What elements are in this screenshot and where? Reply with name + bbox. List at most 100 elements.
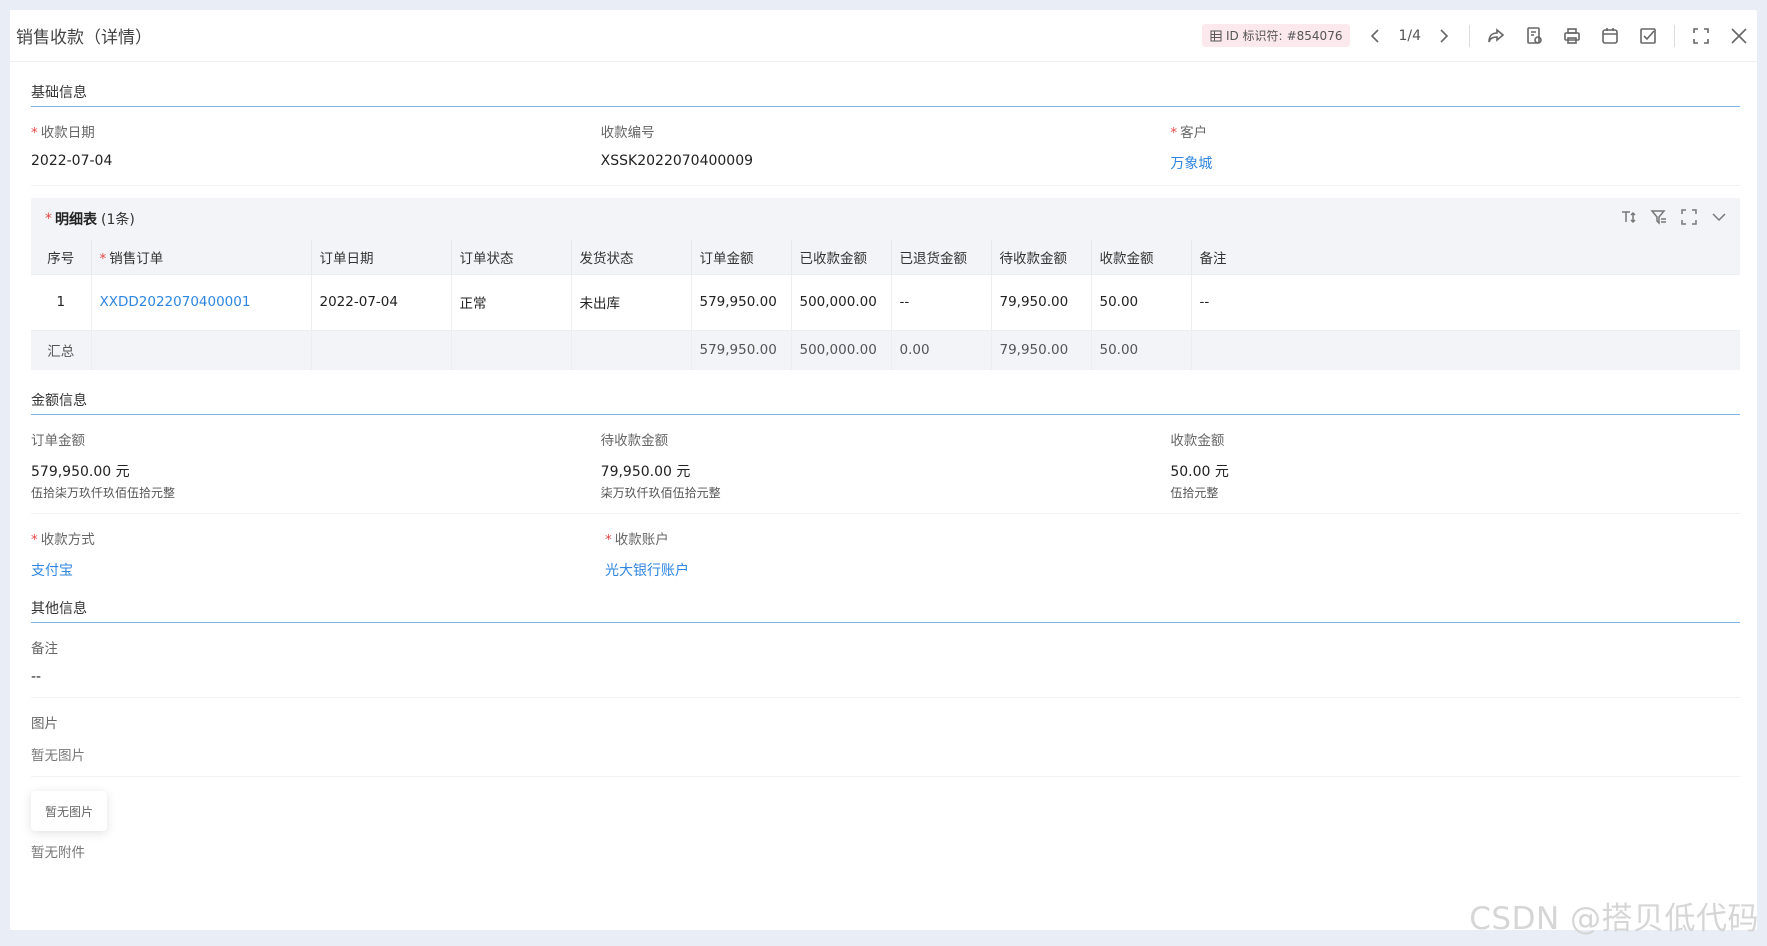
field-label: 收款金额	[1170, 433, 1225, 449]
field-label: 收款账户	[614, 532, 669, 548]
text-size-icon	[1622, 211, 1636, 224]
font-size-button[interactable]	[1620, 208, 1638, 230]
fullscreen-button[interactable]	[1689, 24, 1713, 48]
summary-cell: 50.00	[1091, 329, 1192, 370]
amount-in-words: 柒万玖仟玖佰伍拾元整	[600, 486, 721, 500]
column-header: 订单金额	[691, 240, 792, 274]
field-value: 2022-07-04	[31, 153, 113, 169]
table-cell: 79,950.00	[991, 273, 1092, 330]
amount-fields: 订单金额 579,950.00 元 伍拾柒万玖仟玖佰伍拾元整 待收款金额 79,…	[31, 415, 1740, 514]
table-cell: --	[1191, 273, 1740, 330]
table-cell: 500,000.00	[791, 273, 892, 330]
detail-count: (1条)	[101, 212, 135, 228]
next-record-button[interactable]	[1431, 24, 1455, 48]
required-mark: *	[99, 250, 107, 267]
payment-method-link[interactable]: 支付宝	[31, 560, 605, 580]
share-icon	[1488, 27, 1505, 42]
required-mark: *	[1170, 125, 1178, 141]
table-cell: 50.00	[1091, 273, 1192, 330]
id-badge: ID 标识符: #854076	[1201, 24, 1351, 47]
log-button[interactable]	[1522, 24, 1546, 48]
amount-in-words: 伍拾柒万玖仟玖佰伍拾元整	[31, 486, 176, 500]
field-label: 图片	[31, 716, 58, 732]
pager-text: 1/4	[1398, 27, 1421, 44]
field-receipt-date: * 收款日期 2022-07-04	[31, 121, 601, 173]
page-title: 销售收款（详情）	[16, 28, 152, 48]
column-header: 收款金额	[1091, 240, 1192, 274]
close-button[interactable]	[1727, 24, 1751, 48]
table-header-row: 序号 * 销售订单 订单日期 订单状态 发货状态 订单金额 已收款金额 已退货金额…	[31, 240, 1740, 274]
column-header: 订单日期	[311, 240, 452, 274]
field-label: 待收款金额	[600, 433, 669, 449]
fullscreen-icon	[1681, 209, 1697, 225]
field-value: --	[31, 669, 42, 685]
calendar-button[interactable]	[1598, 24, 1622, 48]
column-header: 发货状态	[571, 240, 692, 274]
summary-cell	[451, 329, 572, 370]
chevron-left-icon	[1371, 28, 1380, 43]
check-square-icon	[1640, 27, 1656, 44]
approve-button[interactable]	[1636, 24, 1660, 48]
summary-cell	[91, 329, 312, 370]
field-payment-method: * 收款方式 支付宝	[31, 528, 605, 580]
prev-record-button[interactable]	[1364, 24, 1388, 48]
column-header: 已退货金额	[891, 240, 992, 274]
watermark: CSDN @搭贝低代码	[1469, 901, 1759, 937]
section-amount-title: 金额信息	[31, 370, 1740, 415]
window-header: 销售收款（详情） ID 标识符: #854076 1/4	[10, 10, 1757, 62]
share-button[interactable]	[1484, 24, 1508, 48]
field-customer: * 客户 万象城	[1170, 121, 1740, 173]
payment-account-link[interactable]: 光大银行账户	[605, 560, 1179, 580]
field-pending-amount: 待收款金额 79,950.00 元 柒万玖仟玖佰伍拾元整	[601, 429, 1171, 501]
filter-button[interactable]	[1650, 208, 1668, 230]
print-icon	[1564, 27, 1580, 44]
image-field: 图片 暂无图片	[31, 698, 1740, 777]
field-value: 79,950.00 元	[600, 464, 691, 480]
pager: 1/4	[1364, 24, 1455, 48]
expand-table-button[interactable]	[1680, 208, 1698, 230]
print-button[interactable]	[1560, 24, 1584, 48]
required-mark: *	[605, 532, 612, 548]
amount-in-words: 伍拾元整	[1170, 486, 1219, 500]
field-label: 客户	[1180, 125, 1208, 141]
grid-icon	[1210, 30, 1222, 41]
table-cell: 579,950.00	[691, 273, 792, 330]
customer-link[interactable]: 万象城	[1170, 153, 1740, 173]
field-label: 收款方式	[40, 532, 95, 548]
summary-cell	[571, 329, 692, 370]
field-value: XSSK2022070400009	[600, 153, 754, 169]
summary-cell: 500,000.00	[791, 329, 892, 370]
summary-cell: 79,950.00	[991, 329, 1092, 370]
field-payment-account: * 收款账户 光大银行账户	[605, 528, 1179, 580]
table-cell: 未出库	[571, 273, 692, 330]
summary-cell: 579,950.00	[691, 329, 792, 370]
required-mark: *	[31, 532, 38, 548]
calendar-icon	[1602, 27, 1618, 44]
sales-order-link[interactable]: XXDD2022070400001	[91, 273, 312, 330]
image-placeholder: 暂无图片	[31, 791, 107, 831]
document-clock-icon	[1527, 26, 1542, 44]
summary-cell	[311, 329, 452, 370]
field-label: 备注	[31, 641, 58, 657]
divider	[1674, 24, 1675, 47]
summary-row: 汇总 579,950.00 500,000.00 0.00 79,950.00 …	[31, 329, 1740, 370]
fullscreen-icon	[1693, 27, 1709, 44]
payment-fields: * 收款方式 支付宝 * 收款账户 光大银行账户	[31, 514, 1740, 592]
remark-field: 备注 --	[31, 623, 1740, 698]
filter-icon	[1650, 210, 1666, 225]
field-order-amount: 订单金额 579,950.00 元 伍拾柒万玖仟玖佰伍拾元整	[31, 429, 601, 501]
collapse-button[interactable]	[1710, 208, 1728, 230]
section-basic-title: 基础信息	[31, 62, 1740, 107]
detail-title: 明细表	[55, 212, 97, 228]
table-row: 1 XXDD2022070400001 2022-07-04 正常 未出库 57…	[31, 273, 1740, 330]
table-cell: --	[891, 273, 992, 330]
summary-cell	[1191, 329, 1740, 370]
field-value: 50.00 元	[1170, 464, 1229, 480]
id-value: #854076	[1286, 28, 1343, 43]
column-header: 订单状态	[451, 240, 572, 274]
basic-fields: * 收款日期 2022-07-04 收款编号 XSSK2022070400009 …	[31, 107, 1740, 186]
detail-table: 序号 * 销售订单 订单日期 订单状态 发货状态 订单金额 已收款金额 已退货金额…	[31, 240, 1740, 370]
column-header: 备注	[1191, 240, 1740, 274]
summary-cell: 0.00	[891, 329, 992, 370]
chevron-down-icon	[1712, 213, 1726, 222]
